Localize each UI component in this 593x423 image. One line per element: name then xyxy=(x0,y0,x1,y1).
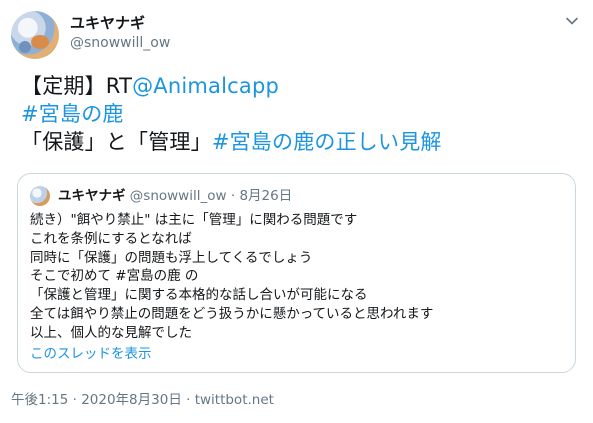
tweet-text-prefix: 【定期】RT xyxy=(21,74,133,98)
tweet-line-1: 【定期】RT@Animalcapp xyxy=(21,72,442,100)
tweet-line-3: 「保護」と「管理」#宮島の鹿の正しい見解 xyxy=(21,128,442,156)
quoted-line: そこで初めて #宮島の鹿 の xyxy=(30,268,199,285)
quoted-author-name: ユキヤナギ xyxy=(58,188,126,204)
quoted-header: ユキヤナギ @snowwill_ow · 8月26日 xyxy=(58,187,292,205)
tweet-source-link[interactable]: twittbot.net xyxy=(195,392,274,408)
tweet-footer: 午後1:15 · 2020年8月30日 · twittbot.net xyxy=(11,391,274,409)
quoted-line: 全ては餌やり禁止の問題をどう扱うかに懸かっていると思われます xyxy=(30,305,434,322)
tweet-line-2: #宮島の鹿 xyxy=(21,100,442,128)
avatar[interactable] xyxy=(11,11,59,59)
tweet-timestamp[interactable]: 午後1:15 · 2020年8月30日 · xyxy=(11,392,195,408)
author-handle[interactable]: @snowwill_ow xyxy=(70,34,170,53)
quoted-line: これを条例にするとなれば xyxy=(30,230,192,247)
quoted-line: 続き）"餌やり禁止" は主に「管理」に関わる問題です xyxy=(30,212,358,228)
quoted-author-handle: @snowwill_ow xyxy=(129,188,227,204)
hashtag-link[interactable]: #宮島の鹿 xyxy=(21,102,124,126)
quoted-line: 同時に「保護」の問題も浮上してくるでしょう xyxy=(30,249,313,266)
quoted-line: 以上、個人的な見解でした xyxy=(30,324,192,341)
author-name[interactable]: ユキヤナギ xyxy=(70,14,170,33)
quoted-avatar xyxy=(30,186,50,206)
quoted-tweet[interactable]: ユキヤナギ @snowwill_ow · 8月26日 続き）"餌やり禁止" は主… xyxy=(17,173,576,373)
quoted-body: 続き）"餌やり禁止" は主に「管理」に関わる問題です これを条例にするとなれば … xyxy=(30,211,433,343)
tweet-author[interactable]: ユキヤナギ @snowwill_ow xyxy=(70,14,170,53)
mention-link[interactable]: @Animalcapp xyxy=(132,74,279,98)
hashtag-link[interactable]: #宮島の鹿の正しい見解 xyxy=(212,130,442,154)
quoted-separator: · xyxy=(230,188,236,204)
chevron-down-icon[interactable] xyxy=(565,14,579,28)
tweet-text-prefix: 「保護」と「管理」 xyxy=(21,130,212,154)
quoted-date: 8月26日 xyxy=(239,188,293,204)
quoted-line: 「保護と管理」に関する本格的な話し合いが可能になる xyxy=(30,287,368,304)
show-thread-link[interactable]: このスレッドを表示 xyxy=(30,345,152,363)
tweet-text: 【定期】RT@Animalcapp #宮島の鹿 「保護」と「管理」#宮島の鹿の正… xyxy=(21,72,442,156)
